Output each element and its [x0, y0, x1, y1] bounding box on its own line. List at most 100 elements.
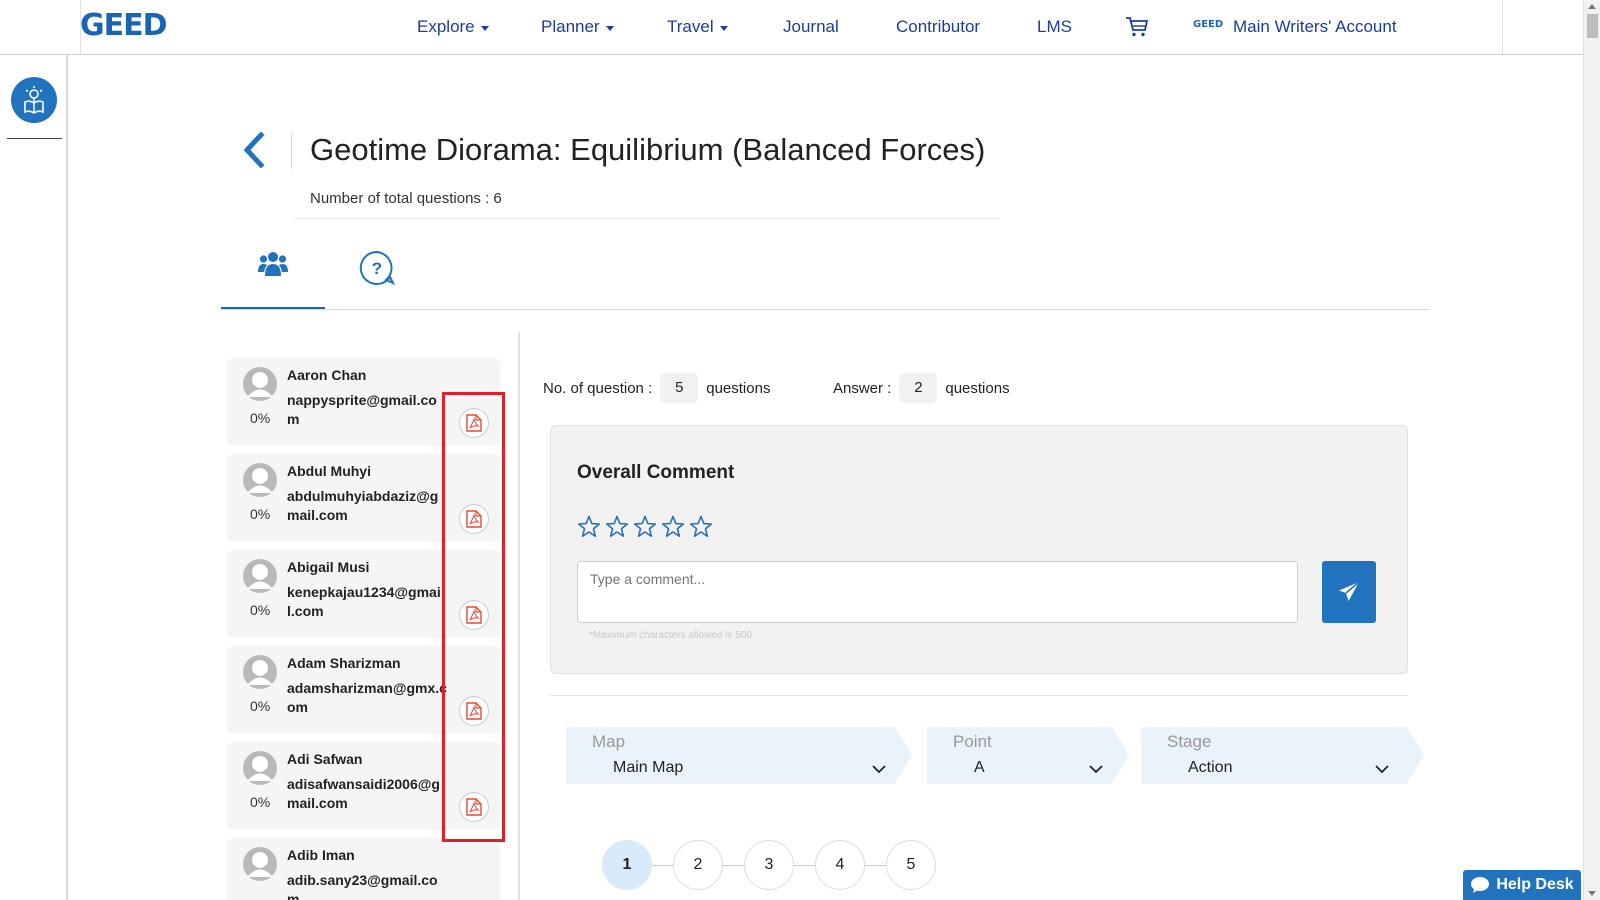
star-icon[interactable]	[605, 515, 629, 539]
point-selector-label: Point	[953, 732, 992, 751]
star-icon[interactable]	[633, 515, 657, 539]
geed-logo[interactable]: GEED	[80, 8, 168, 43]
caret-down-icon	[719, 25, 728, 31]
paper-plane-icon	[1339, 581, 1360, 601]
question-count-label: No. of question :	[543, 379, 653, 397]
step-3[interactable]: 3	[744, 840, 794, 890]
nav-travel[interactable]: Travel	[667, 17, 728, 37]
total-questions-text: Number of total questions : 6	[310, 190, 502, 207]
tabs-divider	[220, 309, 1430, 310]
student-email: abdulmuhyiabdaziz@gmail.com	[287, 488, 439, 523]
back-chevron-icon[interactable]	[240, 132, 268, 168]
page-scrollbar[interactable]	[1583, 0, 1600, 900]
scrollbar-thumb[interactable]	[1587, 14, 1598, 38]
comment-title: Overall Comment	[577, 462, 735, 483]
student-name: Aaron Chan	[287, 367, 367, 383]
user-avatar-icon	[243, 655, 277, 689]
tab-students[interactable]	[221, 250, 325, 310]
star-icon[interactable]	[661, 515, 685, 539]
pdf-buttons-highlight	[442, 392, 505, 842]
nav-explore-label: Explore	[417, 17, 475, 36]
student-name: Adam Sharizman	[287, 655, 401, 671]
scroll-up-arrow-icon[interactable]	[1588, 4, 1596, 9]
answer-count-stat: Answer : 2 questions	[833, 373, 1010, 403]
caret-down-icon	[480, 25, 489, 31]
help-desk-label: Help Desk	[1496, 876, 1574, 893]
scroll-down-arrow-icon[interactable]	[1588, 891, 1596, 896]
max-characters-note: *Maximum characters allowed is 500	[589, 630, 752, 641]
star-icon[interactable]	[689, 515, 713, 539]
nav-planner[interactable]: Planner	[541, 17, 614, 37]
svg-text:?: ?	[372, 259, 382, 278]
comment-divider	[550, 695, 1408, 696]
rail-lightbulb-button[interactable]	[11, 77, 57, 123]
send-comment-button[interactable]	[1322, 561, 1376, 623]
nav-lms[interactable]: LMS	[1037, 17, 1072, 37]
shopping-cart-icon[interactable]	[1125, 16, 1149, 38]
account-label: Main Writers' Account	[1233, 17, 1397, 36]
student-card[interactable]: Adib Iman adib.sany23@gmail.com	[226, 838, 500, 900]
nav-journal[interactable]: Journal	[783, 17, 839, 37]
user-avatar-icon	[243, 751, 277, 785]
student-email: nappysprite@gmail.com	[287, 392, 437, 427]
step-2[interactable]: 2	[673, 840, 723, 890]
student-progress: 0%	[250, 506, 271, 522]
nav-journal-label: Journal	[783, 17, 839, 36]
step-5[interactable]: 5	[886, 840, 936, 890]
user-avatar-icon	[243, 847, 277, 881]
question-count-stat: No. of question : 5 questions	[543, 373, 770, 403]
user-avatar-icon	[243, 367, 277, 401]
header-divider	[295, 218, 998, 219]
help-desk-button[interactable]: Help Desk	[1463, 870, 1581, 900]
lightbulb-book-icon	[24, 86, 44, 114]
account-avatar[interactable]: GEED	[1193, 19, 1223, 30]
answer-count-unit: questions	[945, 379, 1010, 397]
rail-divider	[7, 138, 62, 139]
question-bubble-icon: ?	[359, 250, 395, 285]
student-name: Abdul Muhyi	[287, 463, 371, 479]
title-separator	[291, 133, 292, 169]
step-4[interactable]: 4	[815, 840, 865, 890]
nav-contributor[interactable]: Contributor	[896, 17, 980, 37]
map-selector-label: Map	[592, 732, 626, 751]
nav-lms-label: LMS	[1037, 17, 1072, 36]
nav-explore[interactable]: Explore	[417, 17, 489, 37]
nav-account[interactable]: Main Writers' Account	[1233, 17, 1397, 37]
overall-comment-panel: Overall Comment *Maximum characters allo…	[550, 425, 1408, 674]
student-name: Abigail Musi	[287, 559, 370, 575]
users-icon	[258, 252, 288, 276]
tab-questions[interactable]: ?	[325, 250, 429, 310]
student-name: Adi Safwan	[287, 751, 363, 767]
student-email: adamsharizman@gmx.com	[287, 680, 447, 715]
page-title: Geotime Diorama: Equilibrium (Balanced F…	[310, 132, 986, 167]
comment-input[interactable]	[577, 561, 1298, 623]
question-count-unit: questions	[706, 379, 771, 397]
point-selector-value: A	[974, 759, 985, 776]
student-progress: 0%	[250, 602, 271, 618]
student-email: kenepkajau1234@gmail.com	[287, 584, 441, 619]
chat-bubble-icon	[1471, 877, 1490, 893]
navbar-divider	[0, 54, 1600, 55]
star-icon[interactable]	[577, 515, 601, 539]
chevron-down-icon	[872, 765, 886, 774]
step-1[interactable]: 1	[602, 840, 652, 890]
map-selector[interactable]: Map Main Map	[566, 727, 912, 784]
chevron-down-icon	[1375, 765, 1389, 774]
student-progress: 0%	[250, 698, 271, 714]
stage-selector-label: Stage	[1167, 732, 1212, 751]
list-panel-divider	[518, 332, 520, 900]
answer-count-value: 2	[899, 373, 938, 403]
map-selector-value: Main Map	[613, 759, 684, 776]
user-avatar-icon	[243, 559, 277, 593]
stage-selector-value: Action	[1188, 759, 1233, 776]
nav-planner-label: Planner	[541, 17, 600, 36]
caret-down-icon	[605, 25, 614, 31]
point-selector[interactable]: Point A	[927, 727, 1129, 784]
left-rail	[0, 55, 68, 900]
student-name: Adib Iman	[287, 847, 355, 863]
student-email: adisafwansaidi2006@gmail.com	[287, 776, 440, 811]
student-email: adib.sany23@gmail.com	[287, 872, 438, 900]
user-avatar-icon	[243, 463, 277, 497]
star-rating[interactable]	[577, 515, 713, 539]
stage-selector[interactable]: Stage Action	[1141, 727, 1424, 784]
